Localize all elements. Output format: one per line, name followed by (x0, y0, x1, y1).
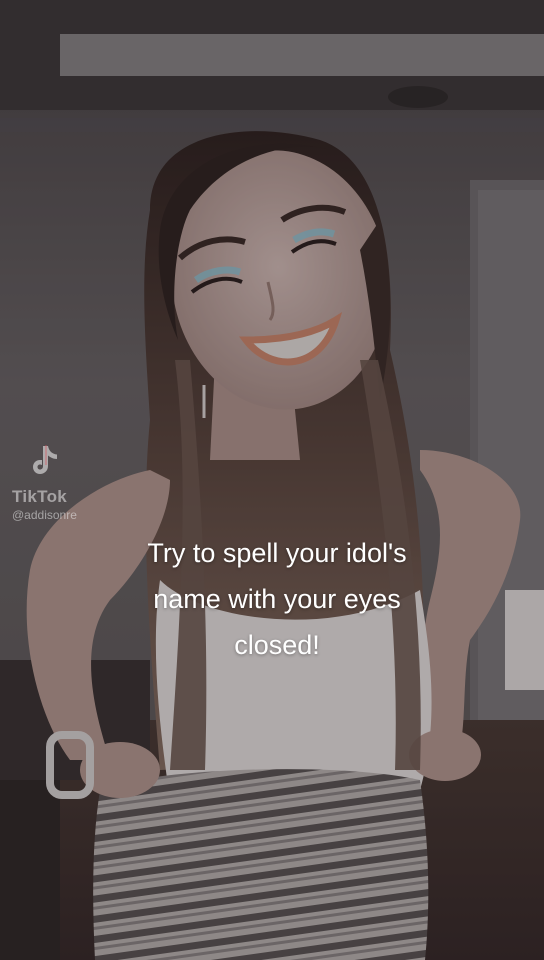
caption-line-1: Try to spell your idol's (147, 538, 407, 568)
tiktok-watermark: TikTok @addisonre (12, 440, 122, 522)
creator-handle: @addisonre (12, 508, 77, 522)
video-caption: Try to spell your idol's name with your … (72, 530, 482, 668)
tiktok-note-icon (33, 445, 57, 474)
caption-line-3: closed! (234, 630, 320, 660)
video-frame[interactable]: TikTok @addisonre Try to spell your idol… (0, 0, 544, 960)
caption-line-2: name with your eyes (153, 584, 401, 614)
tiktok-brand-label: TikTok (12, 487, 68, 506)
